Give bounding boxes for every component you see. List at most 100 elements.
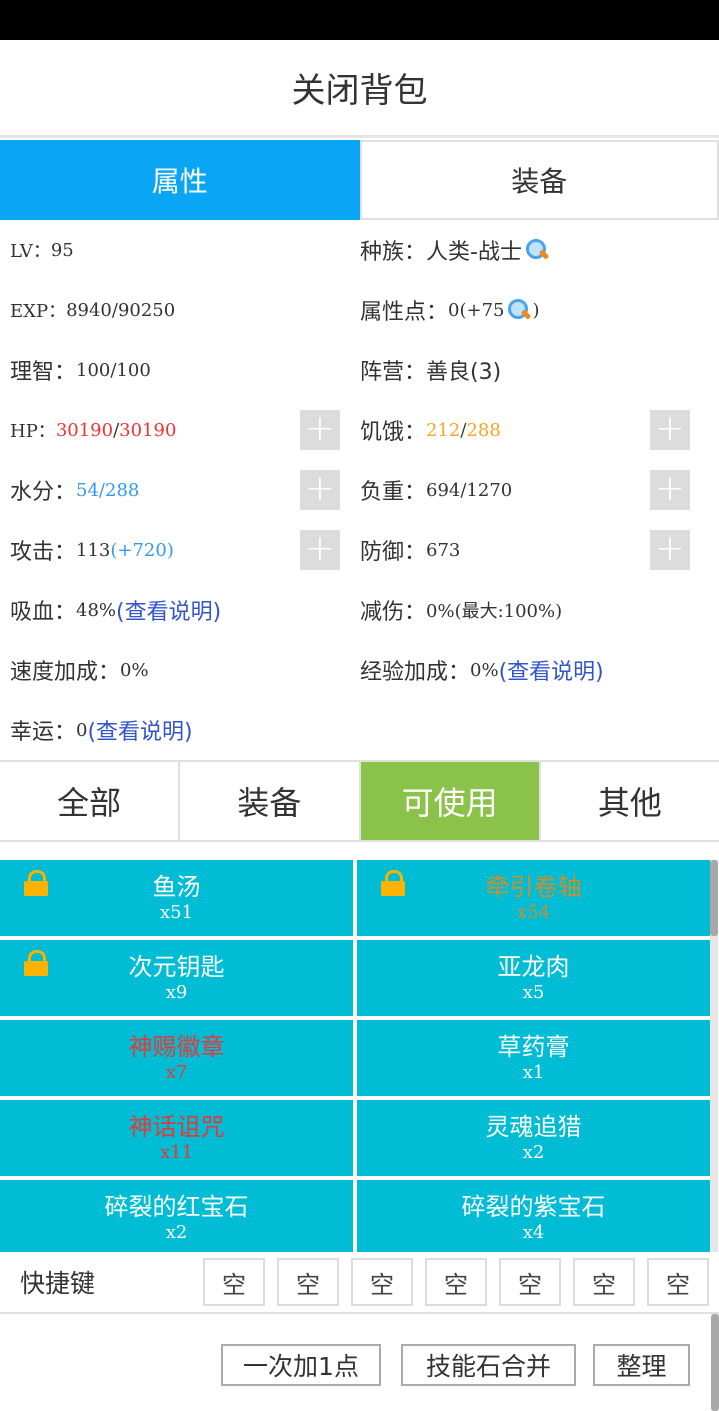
attr-attack: 攻击： 113 (+720): [10, 539, 174, 566]
item-quantity: x2: [522, 1142, 545, 1163]
exp-value: 8940/90250: [66, 299, 176, 321]
attributes-panel: LV： 95 种族： 人类-战士 EXP： 8940/90250 属性点： 0(+75)…: [0, 220, 719, 760]
lifesteal-value: 48%: [76, 599, 117, 621]
inventory-item[interactable]: 次元钥匙 x9: [0, 940, 353, 1016]
page-scrollbar[interactable]: [711, 1314, 719, 1411]
inventory-item[interactable]: 鱼汤 x51: [0, 860, 353, 936]
inventory-scrollbar[interactable]: [710, 860, 718, 1252]
luck-value: 0: [76, 719, 88, 741]
attr-exp-bonus: 经验加成： 0% (查看说明): [360, 640, 604, 700]
attr-camp: 阵营： 善良(3): [360, 340, 501, 400]
damage-reduction-value: 0%(最大:100%): [426, 601, 563, 622]
add-one-point-button[interactable]: 一次加1点: [221, 1344, 381, 1386]
lifesteal-info-link[interactable]: (查看说明): [116, 594, 221, 626]
attr-defense: 防御： 673: [360, 539, 461, 566]
lock-icon: [24, 870, 48, 896]
inventory-item[interactable]: 碎裂的紫宝石 x4: [357, 1180, 710, 1252]
magnifier-icon[interactable]: [524, 237, 550, 263]
filter-tab-usable[interactable]: 可使用: [360, 762, 541, 840]
shortcut-label: 快捷键: [20, 1269, 96, 1298]
item-name: 神话诅咒: [128, 1113, 225, 1141]
hp-current: 30190: [55, 419, 114, 441]
luck-info-link[interactable]: (查看说明): [87, 714, 192, 746]
shortcut-slot[interactable]: 空: [351, 1258, 413, 1306]
item-name: 碎裂的紫宝石: [461, 1193, 606, 1221]
exp-bonus-info-link[interactable]: (查看说明): [499, 654, 604, 686]
item-quantity: x7: [165, 1062, 188, 1083]
item-quantity: x9: [165, 982, 188, 1003]
attr-damage-reduction: 减伤： 0%(最大:100%): [360, 580, 562, 640]
level-value: 95: [50, 239, 74, 261]
item-quantity: x5: [522, 982, 545, 1003]
attr-hp: HP： 30190/30190: [10, 419, 177, 443]
tab-attributes[interactable]: 属性: [0, 140, 360, 220]
attack-value: 113: [76, 539, 111, 561]
system-status-bar: [0, 0, 719, 40]
inventory-item[interactable]: 神话诅咒 x11: [0, 1100, 353, 1176]
item-name: 鱼汤: [152, 873, 201, 901]
attr-load: 负重： 694/1270: [360, 479, 513, 506]
race-value: 人类-战士: [426, 240, 522, 265]
shortcut-slot[interactable]: 空: [499, 1258, 561, 1306]
inventory-filter-tabs: 全部 装备 可使用 其他: [0, 760, 719, 842]
attr-hunger: 饥饿： 212/288: [360, 419, 501, 446]
item-quantity: x11: [159, 1142, 194, 1163]
item-quantity: x1: [522, 1062, 545, 1083]
sanity-value: 100/100: [76, 359, 151, 381]
item-name: 次元钥匙: [128, 953, 225, 981]
attr-exp: EXP： 8940/90250: [10, 299, 176, 323]
item-name: 灵魂追猎: [485, 1113, 582, 1141]
close-bag-button[interactable]: 关闭背包: [0, 40, 719, 138]
filter-tab-equipment[interactable]: 装备: [180, 762, 361, 840]
item-quantity: x51: [159, 902, 194, 923]
add-water-button[interactable]: +: [300, 470, 340, 510]
inventory-item[interactable]: 牵引卷轴 x54: [357, 860, 710, 936]
lock-icon: [381, 870, 405, 896]
defense-value: 673: [426, 539, 461, 561]
shortcut-slot[interactable]: 空: [203, 1258, 265, 1306]
filter-tab-all[interactable]: 全部: [0, 762, 181, 840]
shortcut-slot[interactable]: 空: [573, 1258, 635, 1306]
add-load-button[interactable]: +: [650, 470, 690, 510]
item-name: 草药膏: [497, 1033, 570, 1061]
scrollbar-thumb[interactable]: [710, 860, 718, 936]
exp-bonus-value: 0%: [470, 659, 499, 681]
attr-points: 属性点： 0(+75): [360, 280, 540, 340]
hunger-current: 212: [426, 419, 461, 441]
attack-bonus: (+720): [110, 539, 174, 561]
shortcut-slot[interactable]: 空: [277, 1258, 339, 1306]
inventory-item[interactable]: 灵魂追猎 x2: [357, 1100, 710, 1176]
sort-button[interactable]: 整理: [593, 1344, 690, 1386]
shortcut-bar: 快捷键 空 空 空 空 空 空 空: [0, 1252, 719, 1314]
item-quantity: x54: [516, 902, 551, 923]
filter-tab-other[interactable]: 其他: [540, 762, 719, 840]
inventory-item[interactable]: 草药膏 x1: [357, 1020, 710, 1096]
merge-skill-stones-button[interactable]: 技能石合并: [401, 1344, 576, 1386]
add-hp-button[interactable]: +: [300, 410, 340, 450]
attr-water: 水分： 54/288: [10, 479, 140, 506]
tab-equipment[interactable]: 装备: [359, 140, 719, 220]
attr-lifesteal: 吸血： 48% (查看说明): [10, 580, 221, 640]
inventory-item[interactable]: 神赐徽章 x7: [0, 1020, 353, 1096]
magnifier-icon[interactable]: [506, 297, 532, 323]
attr-race: 种族： 人类-战士: [360, 220, 550, 280]
main-tabs: 属性 装备: [0, 140, 719, 220]
inventory-item[interactable]: 碎裂的红宝石 x2: [0, 1180, 353, 1252]
add-attack-button[interactable]: +: [300, 530, 340, 570]
hp-max: 30190: [119, 419, 177, 441]
speed-bonus-value: 0%: [120, 659, 149, 681]
attr-level: LV： 95: [10, 239, 74, 263]
item-name: 牵引卷轴: [485, 873, 582, 901]
shortcut-slot[interactable]: 空: [425, 1258, 487, 1306]
add-defense-button[interactable]: +: [650, 530, 690, 570]
shortcut-slot[interactable]: 空: [647, 1258, 709, 1306]
item-name: 碎裂的红宝石: [104, 1193, 249, 1221]
item-quantity: x2: [165, 1222, 188, 1243]
add-hunger-button[interactable]: +: [650, 410, 690, 450]
attr-points-value: 0(+75: [448, 299, 505, 321]
inventory-item[interactable]: 亚龙肉 x5: [357, 940, 710, 1016]
lock-icon: [24, 950, 48, 976]
water-current: 54: [76, 479, 99, 501]
water-max: 288: [105, 479, 140, 501]
item-name: 神赐徽章: [128, 1033, 225, 1061]
